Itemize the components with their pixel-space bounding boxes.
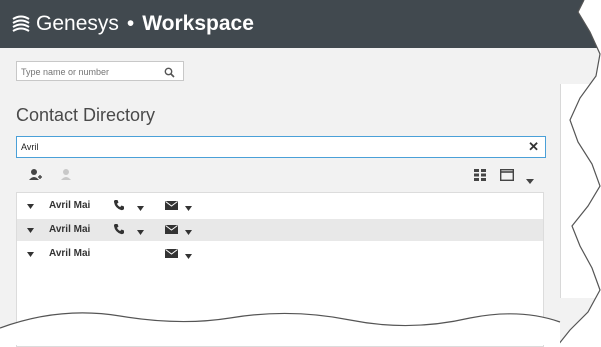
torn-edge-overlay — [0, 0, 601, 345]
